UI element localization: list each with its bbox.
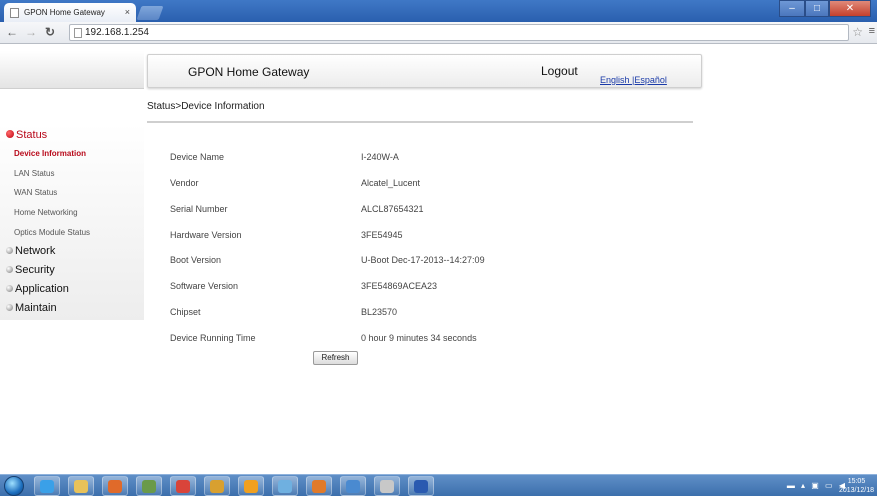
breadcrumb: Status>Device Information xyxy=(147,101,265,112)
gateway-title: GPON Home Gateway xyxy=(188,65,310,79)
internet-explorer-icon xyxy=(40,480,54,493)
sidebar-item-lan-status[interactable]: LAN Status xyxy=(14,169,54,178)
menu-security[interactable]: Security xyxy=(6,264,55,276)
logout-link[interactable]: Logout xyxy=(541,64,578,78)
menu-icon[interactable]: ≡ xyxy=(869,25,875,37)
close-tab-icon[interactable]: × xyxy=(125,7,130,17)
browser-tab[interactable]: GPON Home Gateway × xyxy=(4,3,136,22)
back-arrow-icon[interactable]: ← xyxy=(6,25,18,39)
tools-icon xyxy=(142,480,156,493)
divider xyxy=(147,121,693,123)
menu-network[interactable]: Network xyxy=(6,245,55,257)
language-selector[interactable]: English |Español xyxy=(600,75,667,85)
chrome-icon xyxy=(176,480,190,493)
bullet-icon xyxy=(6,304,13,311)
taskbar-app-button[interactable] xyxy=(204,476,230,496)
remote-desktop-icon xyxy=(346,480,360,493)
page-info-icon xyxy=(74,28,82,38)
bullet-icon xyxy=(6,130,14,138)
taskbar-app-button[interactable] xyxy=(272,476,298,496)
window-controls: – □ ✕ xyxy=(779,0,871,18)
taskbar: ▬ ▴ ▣ ▭ ◀ 15:05 2013/12/18 xyxy=(0,474,877,496)
page-header: GPON Home Gateway Logout English |Españo… xyxy=(147,54,702,88)
media-icon xyxy=(380,480,394,493)
bullet-icon xyxy=(6,285,13,292)
menu-application-label: Application xyxy=(15,283,69,295)
start-button[interactable] xyxy=(4,476,24,496)
users-icon xyxy=(312,480,326,493)
file-explorer-icon xyxy=(74,480,88,493)
menu-application[interactable]: Application xyxy=(6,283,69,295)
bullet-icon xyxy=(6,266,13,273)
info-value: ALCL87654321 xyxy=(361,204,424,214)
sidebar-item-home-networking[interactable]: Home Networking xyxy=(14,208,78,217)
taskbar-app-button[interactable] xyxy=(34,476,60,496)
menu-network-label: Network xyxy=(15,245,56,257)
taskbar-app-button[interactable] xyxy=(340,476,366,496)
maximize-button[interactable]: □ xyxy=(805,0,829,17)
menu-maintain-label: Maintain xyxy=(15,302,57,314)
info-label: Boot Version xyxy=(170,255,222,265)
tab-title: GPON Home Gateway xyxy=(24,8,105,17)
info-value: 0 hour 9 minutes 34 seconds xyxy=(361,333,477,343)
info-label: Device Name xyxy=(170,152,225,162)
info-label: Software Version xyxy=(170,281,239,291)
info-label: Device Running Time xyxy=(170,333,256,343)
menu-status-label: Status xyxy=(16,129,48,141)
info-value: I-240W-A xyxy=(361,152,399,162)
taskbar-app-button[interactable] xyxy=(68,476,94,496)
close-window-button[interactable]: ✕ xyxy=(829,0,871,17)
url-text: 192.168.1.254 xyxy=(85,27,149,38)
info-value: Alcatel_Lucent xyxy=(361,178,421,188)
taskbar-app-button[interactable] xyxy=(238,476,264,496)
bookmark-star-icon[interactable]: ☆ xyxy=(852,25,863,39)
clock-date: 2013/12/18 xyxy=(838,487,874,494)
minimize-button[interactable]: – xyxy=(779,0,805,17)
sidebar-item-device-information[interactable]: Device Information xyxy=(14,149,86,158)
taskbar-app-button[interactable] xyxy=(170,476,196,496)
network-icon xyxy=(278,480,292,493)
info-label: Chipset xyxy=(170,307,201,317)
menu-security-label: Security xyxy=(15,264,55,276)
refresh-button[interactable]: Refresh xyxy=(313,351,358,365)
address-bar[interactable]: 192.168.1.254 xyxy=(69,24,849,41)
browser-toolbar: ← → ↻ 192.168.1.254 ☆ ≡ xyxy=(0,22,877,44)
notes-icon xyxy=(210,480,224,493)
info-label: Vendor xyxy=(170,178,199,188)
outlook-icon xyxy=(244,480,258,493)
info-value: 3FE54869ACEA23 xyxy=(361,281,438,291)
info-label: Hardware Version xyxy=(170,230,242,240)
taskbar-app-button[interactable] xyxy=(408,476,434,496)
taskbar-app-button[interactable] xyxy=(102,476,128,496)
reload-icon[interactable]: ↻ xyxy=(45,25,55,39)
info-value: U-Boot Dec-17-2013--14:27:09 xyxy=(361,255,485,265)
clock[interactable]: 15:05 2013/12/18 xyxy=(839,477,874,495)
forward-arrow-icon[interactable]: → xyxy=(25,25,37,39)
menu-status[interactable]: Status xyxy=(6,129,47,141)
bullet-icon xyxy=(6,247,13,254)
word-icon xyxy=(414,480,428,493)
menu-maintain[interactable]: Maintain xyxy=(6,302,57,314)
sidebar-item-wan-status[interactable]: WAN Status xyxy=(14,188,57,197)
info-label: Serial Number xyxy=(170,204,228,214)
taskbar-app-button[interactable] xyxy=(136,476,162,496)
title-bar: GPON Home Gateway × – □ ✕ xyxy=(0,0,877,22)
sidebar-header-band xyxy=(0,51,144,89)
page-icon xyxy=(10,8,19,18)
taskbar-app-button[interactable] xyxy=(374,476,400,496)
info-value: BL23570 xyxy=(361,307,398,317)
clock-time: 15:05 xyxy=(847,478,866,485)
taskbar-app-button[interactable] xyxy=(306,476,332,496)
sidebar-item-optics-module-status[interactable]: Optics Module Status xyxy=(14,228,90,237)
new-tab-button[interactable] xyxy=(136,6,164,20)
firefox-icon xyxy=(108,480,122,493)
info-value: 3FE54945 xyxy=(361,230,403,240)
